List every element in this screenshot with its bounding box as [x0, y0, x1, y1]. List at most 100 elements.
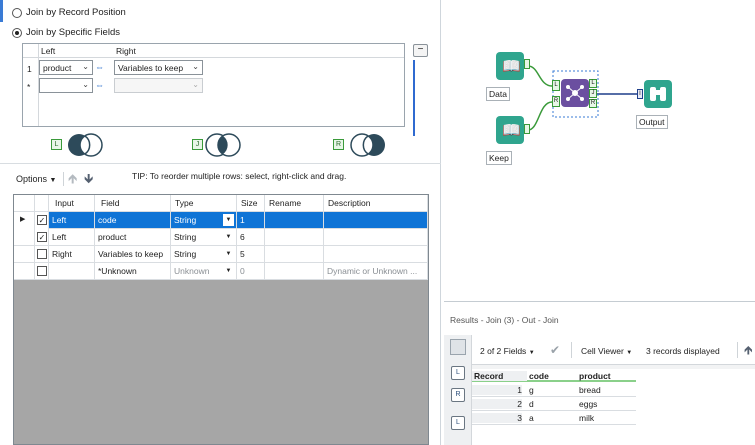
- header-rename[interactable]: Rename: [265, 195, 324, 212]
- type-dropdown-icon[interactable]: ▼: [223, 265, 234, 277]
- join-input-l-anchor[interactable]: L: [552, 80, 560, 91]
- cell-product[interactable]: bread: [579, 385, 601, 395]
- workflow-canvas[interactable]: 📖 Data 📖 Keep L R L J R I Output: [444, 0, 755, 302]
- layout-icon[interactable]: [450, 339, 466, 355]
- results-row[interactable]: 2 d eggs: [472, 398, 636, 411]
- radio-join-specific-fields[interactable]: Join by Specific Fields: [12, 27, 120, 38]
- cell-description[interactable]: [324, 229, 428, 246]
- cell-product[interactable]: eggs: [579, 399, 597, 409]
- radio-circle-selected[interactable]: [12, 27, 22, 38]
- move-down-icon[interactable]: 🡻: [84, 170, 93, 192]
- cell-type[interactable]: String ▼: [171, 212, 237, 229]
- side-button-l[interactable]: L: [451, 366, 465, 380]
- checkmark-icon[interactable]: ✔: [550, 343, 560, 357]
- tool-label-output[interactable]: Output: [636, 115, 668, 129]
- input-data-tool-data[interactable]: 📖: [496, 52, 524, 80]
- fields-selector-label: 2 of 2 Fields: [480, 346, 527, 356]
- include-checkbox[interactable]: ✓: [37, 232, 47, 242]
- cell-rename[interactable]: [265, 263, 324, 280]
- output-anchor[interactable]: [524, 124, 530, 134]
- cell-input: Right: [49, 246, 95, 263]
- side-button-l-bottom[interactable]: L: [451, 416, 465, 430]
- venn-left-output[interactable]: L: [51, 131, 105, 159]
- header-type[interactable]: Type: [171, 195, 237, 212]
- join-input-r-anchor[interactable]: R: [552, 96, 560, 107]
- tool-label-data[interactable]: Data: [486, 87, 510, 101]
- results-row[interactable]: 1 g bread: [472, 384, 636, 397]
- input-data-tool-keep[interactable]: 📖: [496, 116, 524, 144]
- cell-rename[interactable]: [265, 246, 324, 263]
- cell-product[interactable]: milk: [579, 413, 594, 423]
- venn-right-output[interactable]: R: [333, 131, 387, 159]
- header-size[interactable]: Size: [237, 195, 265, 212]
- cell-size[interactable]: 6: [237, 229, 265, 246]
- results-title: Results - Join (3) - Out - Join: [450, 315, 559, 325]
- right-field-select-new[interactable]: ⌄: [114, 78, 203, 93]
- type-dropdown-icon[interactable]: ▼: [223, 231, 234, 243]
- output-anchor[interactable]: [524, 59, 530, 69]
- fields-selector[interactable]: 2 of 2 Fields ▼: [480, 346, 535, 356]
- join-output-r-anchor[interactable]: R: [589, 99, 597, 108]
- left-field-select-new[interactable]: ⌄: [39, 78, 93, 93]
- cell-viewer-dropdown[interactable]: Cell Viewer ▼: [581, 346, 632, 356]
- include-checkbox[interactable]: ✓: [37, 215, 47, 225]
- cell-size[interactable]: 1: [237, 212, 265, 229]
- results-row[interactable]: 3 a milk: [472, 412, 636, 425]
- join-output-j-anchor[interactable]: J: [589, 89, 597, 98]
- cell-rename[interactable]: [265, 229, 324, 246]
- cell-size[interactable]: 5: [237, 246, 265, 263]
- left-field-value: product: [43, 63, 72, 73]
- header-product[interactable]: product: [577, 371, 637, 381]
- header-input[interactable]: Input: [49, 195, 95, 212]
- join-tool[interactable]: [561, 79, 589, 107]
- radio-circle[interactable]: [12, 7, 22, 18]
- table-row[interactable]: Right Variables to keep String ▼ 5: [14, 246, 428, 263]
- header-description[interactable]: Description: [324, 195, 428, 212]
- side-button-r[interactable]: R: [451, 388, 465, 402]
- right-field-select[interactable]: Variables to keep ⌄: [114, 60, 203, 75]
- results-pane: Results - Join (3) - Out - Join L R L 2 …: [444, 305, 755, 445]
- anchor-j-badge: J: [192, 139, 203, 150]
- radio-label: Join by Specific Fields: [26, 27, 120, 38]
- cell-description[interactable]: [324, 212, 428, 229]
- cell-input: [49, 263, 95, 280]
- cell-input: Left: [49, 229, 95, 246]
- join-output-l-anchor[interactable]: L: [589, 79, 597, 88]
- cell-description[interactable]: [324, 246, 428, 263]
- radio-join-record-position[interactable]: Join by Record Position: [12, 7, 126, 18]
- type-dropdown-icon[interactable]: ▼: [223, 214, 234, 226]
- include-checkbox[interactable]: [37, 266, 47, 276]
- cell-type[interactable]: Unknown ▼: [171, 263, 237, 280]
- cell-rename[interactable]: [265, 212, 324, 229]
- cell-size[interactable]: 0: [237, 263, 265, 280]
- chevron-down-icon: ⌄: [82, 80, 89, 89]
- cell-record: 1: [472, 385, 522, 395]
- cell-type[interactable]: String ▼: [171, 229, 237, 246]
- arrow-up-icon[interactable]: 🡹: [744, 341, 753, 362]
- type-dropdown-icon[interactable]: ▼: [223, 248, 234, 260]
- header-record[interactable]: Record: [472, 371, 527, 381]
- cell-field[interactable]: Variables to keep: [95, 246, 171, 263]
- cell-field[interactable]: *Unknown: [95, 263, 171, 280]
- browse-input-anchor[interactable]: I: [637, 89, 643, 99]
- cell-field[interactable]: product: [95, 229, 171, 246]
- cell-field[interactable]: code: [95, 212, 171, 229]
- left-field-select[interactable]: product ⌄: [39, 60, 93, 75]
- cell-description[interactable]: Dynamic or Unknown ...: [324, 263, 428, 280]
- browse-tool-output[interactable]: [644, 80, 672, 108]
- remove-row-button[interactable]: −: [413, 44, 428, 57]
- header-field[interactable]: Field: [95, 195, 171, 212]
- options-dropdown[interactable]: Options ▼: [12, 172, 60, 188]
- cell-code[interactable]: d: [529, 399, 534, 409]
- tool-label-keep[interactable]: Keep: [486, 151, 512, 165]
- header-code[interactable]: code: [527, 371, 577, 381]
- cell-code[interactable]: a: [529, 413, 534, 423]
- include-checkbox[interactable]: [37, 249, 47, 259]
- move-up-icon[interactable]: 🡹: [68, 170, 77, 192]
- table-row[interactable]: ✓ Left product String ▼ 6: [14, 229, 428, 246]
- table-row[interactable]: *Unknown Unknown ▼ 0 Dynamic or Unknown …: [14, 263, 428, 280]
- table-row[interactable]: ▶ ✓ Left code String ▼ 1: [14, 212, 428, 229]
- venn-join-output[interactable]: J: [190, 131, 244, 159]
- cell-type[interactable]: String ▼: [171, 246, 237, 263]
- cell-code[interactable]: g: [529, 385, 534, 395]
